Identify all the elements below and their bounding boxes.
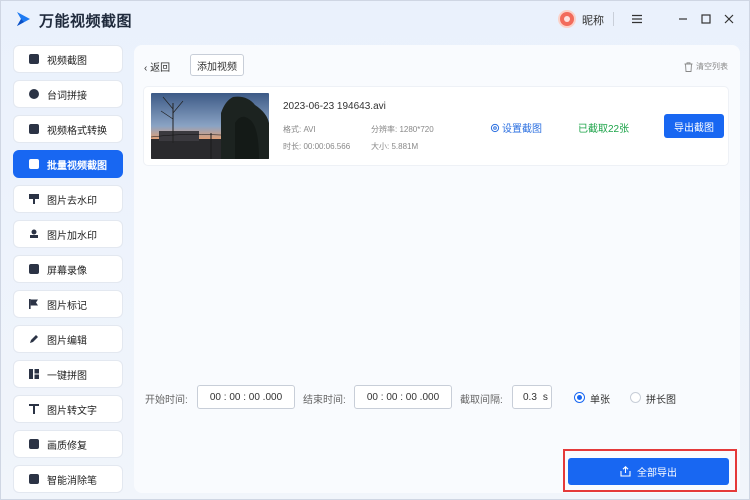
- sidebar-item-subtitle-stitch[interactable]: 台词拼接: [13, 80, 123, 108]
- video-duration: 时长: 00:00:06.566: [283, 142, 351, 151]
- text-icon: [29, 404, 39, 414]
- mode-long-radio[interactable]: [630, 392, 641, 403]
- plus-circle-icon: [29, 89, 39, 99]
- sidebar-item-remove-watermark[interactable]: 图片去水印: [13, 185, 123, 213]
- add-video-button[interactable]: 添加视频: [190, 54, 244, 76]
- user-nickname[interactable]: 昵称: [582, 12, 604, 28]
- mode-single-label: 单张: [590, 395, 610, 406]
- sidebar-item-batch-capture[interactable]: 批量视频截图: [13, 150, 123, 178]
- collage-icon: [29, 369, 39, 379]
- sidebar-item-collage[interactable]: 一键拼图: [13, 360, 123, 388]
- sidebar-item-label: 智能消除笔: [47, 475, 97, 487]
- sidebar-item-label: 视频截图: [47, 55, 87, 67]
- sidebar-item-screen-record[interactable]: 屏幕录像: [13, 255, 123, 283]
- video-filename: 2023-06-23 194643.avi: [283, 101, 386, 112]
- screen-record-icon: [29, 264, 39, 274]
- capture-status: 已截取22张: [578, 124, 630, 135]
- capture-settings-label: 设置截图: [502, 124, 542, 135]
- minimize-icon[interactable]: [673, 9, 693, 29]
- sidebar-item-label: 批量视频截图: [47, 160, 107, 172]
- eraser-icon: [29, 474, 39, 484]
- image-icon: [29, 54, 39, 64]
- sidebar-item-label: 图片转文字: [47, 405, 97, 417]
- app-title: 万能视频截图: [39, 13, 133, 30]
- interval-label: 截取间隔:: [460, 395, 503, 406]
- share-icon: [620, 466, 631, 477]
- sidebar-item-label: 图片加水印: [47, 230, 97, 242]
- sidebar-item-label: 图片去水印: [47, 195, 97, 207]
- video-size: 大小: 5.881M: [371, 142, 419, 151]
- app-logo-icon: [17, 12, 30, 26]
- capture-settings-link[interactable]: 设置截图: [490, 120, 542, 135]
- sidebar-item-smart-eraser[interactable]: 智能消除笔: [13, 465, 123, 493]
- sidebar-item-image-edit[interactable]: 图片编辑: [13, 325, 123, 353]
- menu-icon[interactable]: [627, 9, 647, 29]
- start-time-label: 开始时间:: [145, 395, 188, 406]
- edit-icon: [29, 334, 39, 344]
- sidebar-item-image-mark[interactable]: 图片标记: [13, 290, 123, 318]
- back-button[interactable]: ‹ 返回: [144, 59, 170, 74]
- sidebar-item-label: 台词拼接: [47, 90, 87, 102]
- title-bar: 万能视频截图 昵称: [1, 1, 750, 37]
- end-time-input[interactable]: 00 : 00 : 00 .000: [354, 385, 452, 409]
- export-all-button[interactable]: 全部导出: [568, 458, 729, 485]
- video-thumbnail[interactable]: [151, 93, 269, 159]
- maximize-icon[interactable]: [696, 9, 716, 29]
- clear-list-button[interactable]: 清空列表: [684, 61, 728, 72]
- close-icon[interactable]: [719, 9, 739, 29]
- back-label: 返回: [150, 63, 171, 74]
- sidebar-item-label: 图片编辑: [47, 335, 87, 347]
- flag-icon: [29, 299, 39, 309]
- main-panel: ‹ 返回 添加视频 清空列表 2023-06-23 194643.avi 格式:…: [134, 45, 740, 493]
- video-list-item: 2023-06-23 194643.avi 格式: AVI 分辨率: 1280*…: [144, 87, 728, 165]
- brush-icon: [29, 194, 39, 204]
- mode-single-radio[interactable]: [574, 392, 585, 403]
- clear-list-label: 清空列表: [696, 62, 728, 71]
- trash-icon: [684, 61, 693, 72]
- interval-value: 0.3: [523, 391, 537, 403]
- app-window: 万能视频截图 昵称 视频截图 台词拼接 视频格式转换 批量视频截图 图片去水印 …: [0, 0, 750, 500]
- avatar[interactable]: [558, 10, 576, 28]
- sidebar-item-video-capture[interactable]: 视频截图: [13, 45, 123, 73]
- video-format: 格式: AVI: [283, 125, 316, 134]
- sidebar-item-label: 图片标记: [47, 300, 87, 312]
- convert-icon: [29, 124, 39, 134]
- picture-icon: [29, 439, 39, 449]
- end-time-label: 结束时间:: [303, 395, 346, 406]
- video-resolution: 分辨率: 1280*720: [371, 125, 434, 134]
- sidebar-item-image-to-text[interactable]: 图片转文字: [13, 395, 123, 423]
- export-all-label: 全部导出: [637, 468, 677, 479]
- sidebar-item-add-watermark[interactable]: 图片加水印: [13, 220, 123, 248]
- export-captures-button[interactable]: 导出截图: [664, 114, 724, 138]
- title-divider: [613, 12, 614, 26]
- batch-image-icon: [29, 159, 39, 169]
- sidebar-item-format-convert[interactable]: 视频格式转换: [13, 115, 123, 143]
- mode-long-label: 拼长图: [646, 395, 676, 406]
- interval-input[interactable]: 0.3 s: [512, 385, 552, 409]
- gear-icon: [490, 123, 500, 132]
- start-time-input[interactable]: 00 : 00 : 00 .000: [197, 385, 295, 409]
- sidebar-item-label: 一键拼图: [47, 370, 87, 382]
- stamp-icon: [29, 229, 39, 239]
- sidebar-item-label: 视频格式转换: [47, 125, 107, 137]
- interval-unit: s: [542, 391, 548, 403]
- sidebar-item-label: 画质修复: [47, 440, 87, 452]
- sidebar-item-label: 屏幕录像: [47, 265, 87, 277]
- sidebar-item-quality-repair[interactable]: 画质修复: [13, 430, 123, 458]
